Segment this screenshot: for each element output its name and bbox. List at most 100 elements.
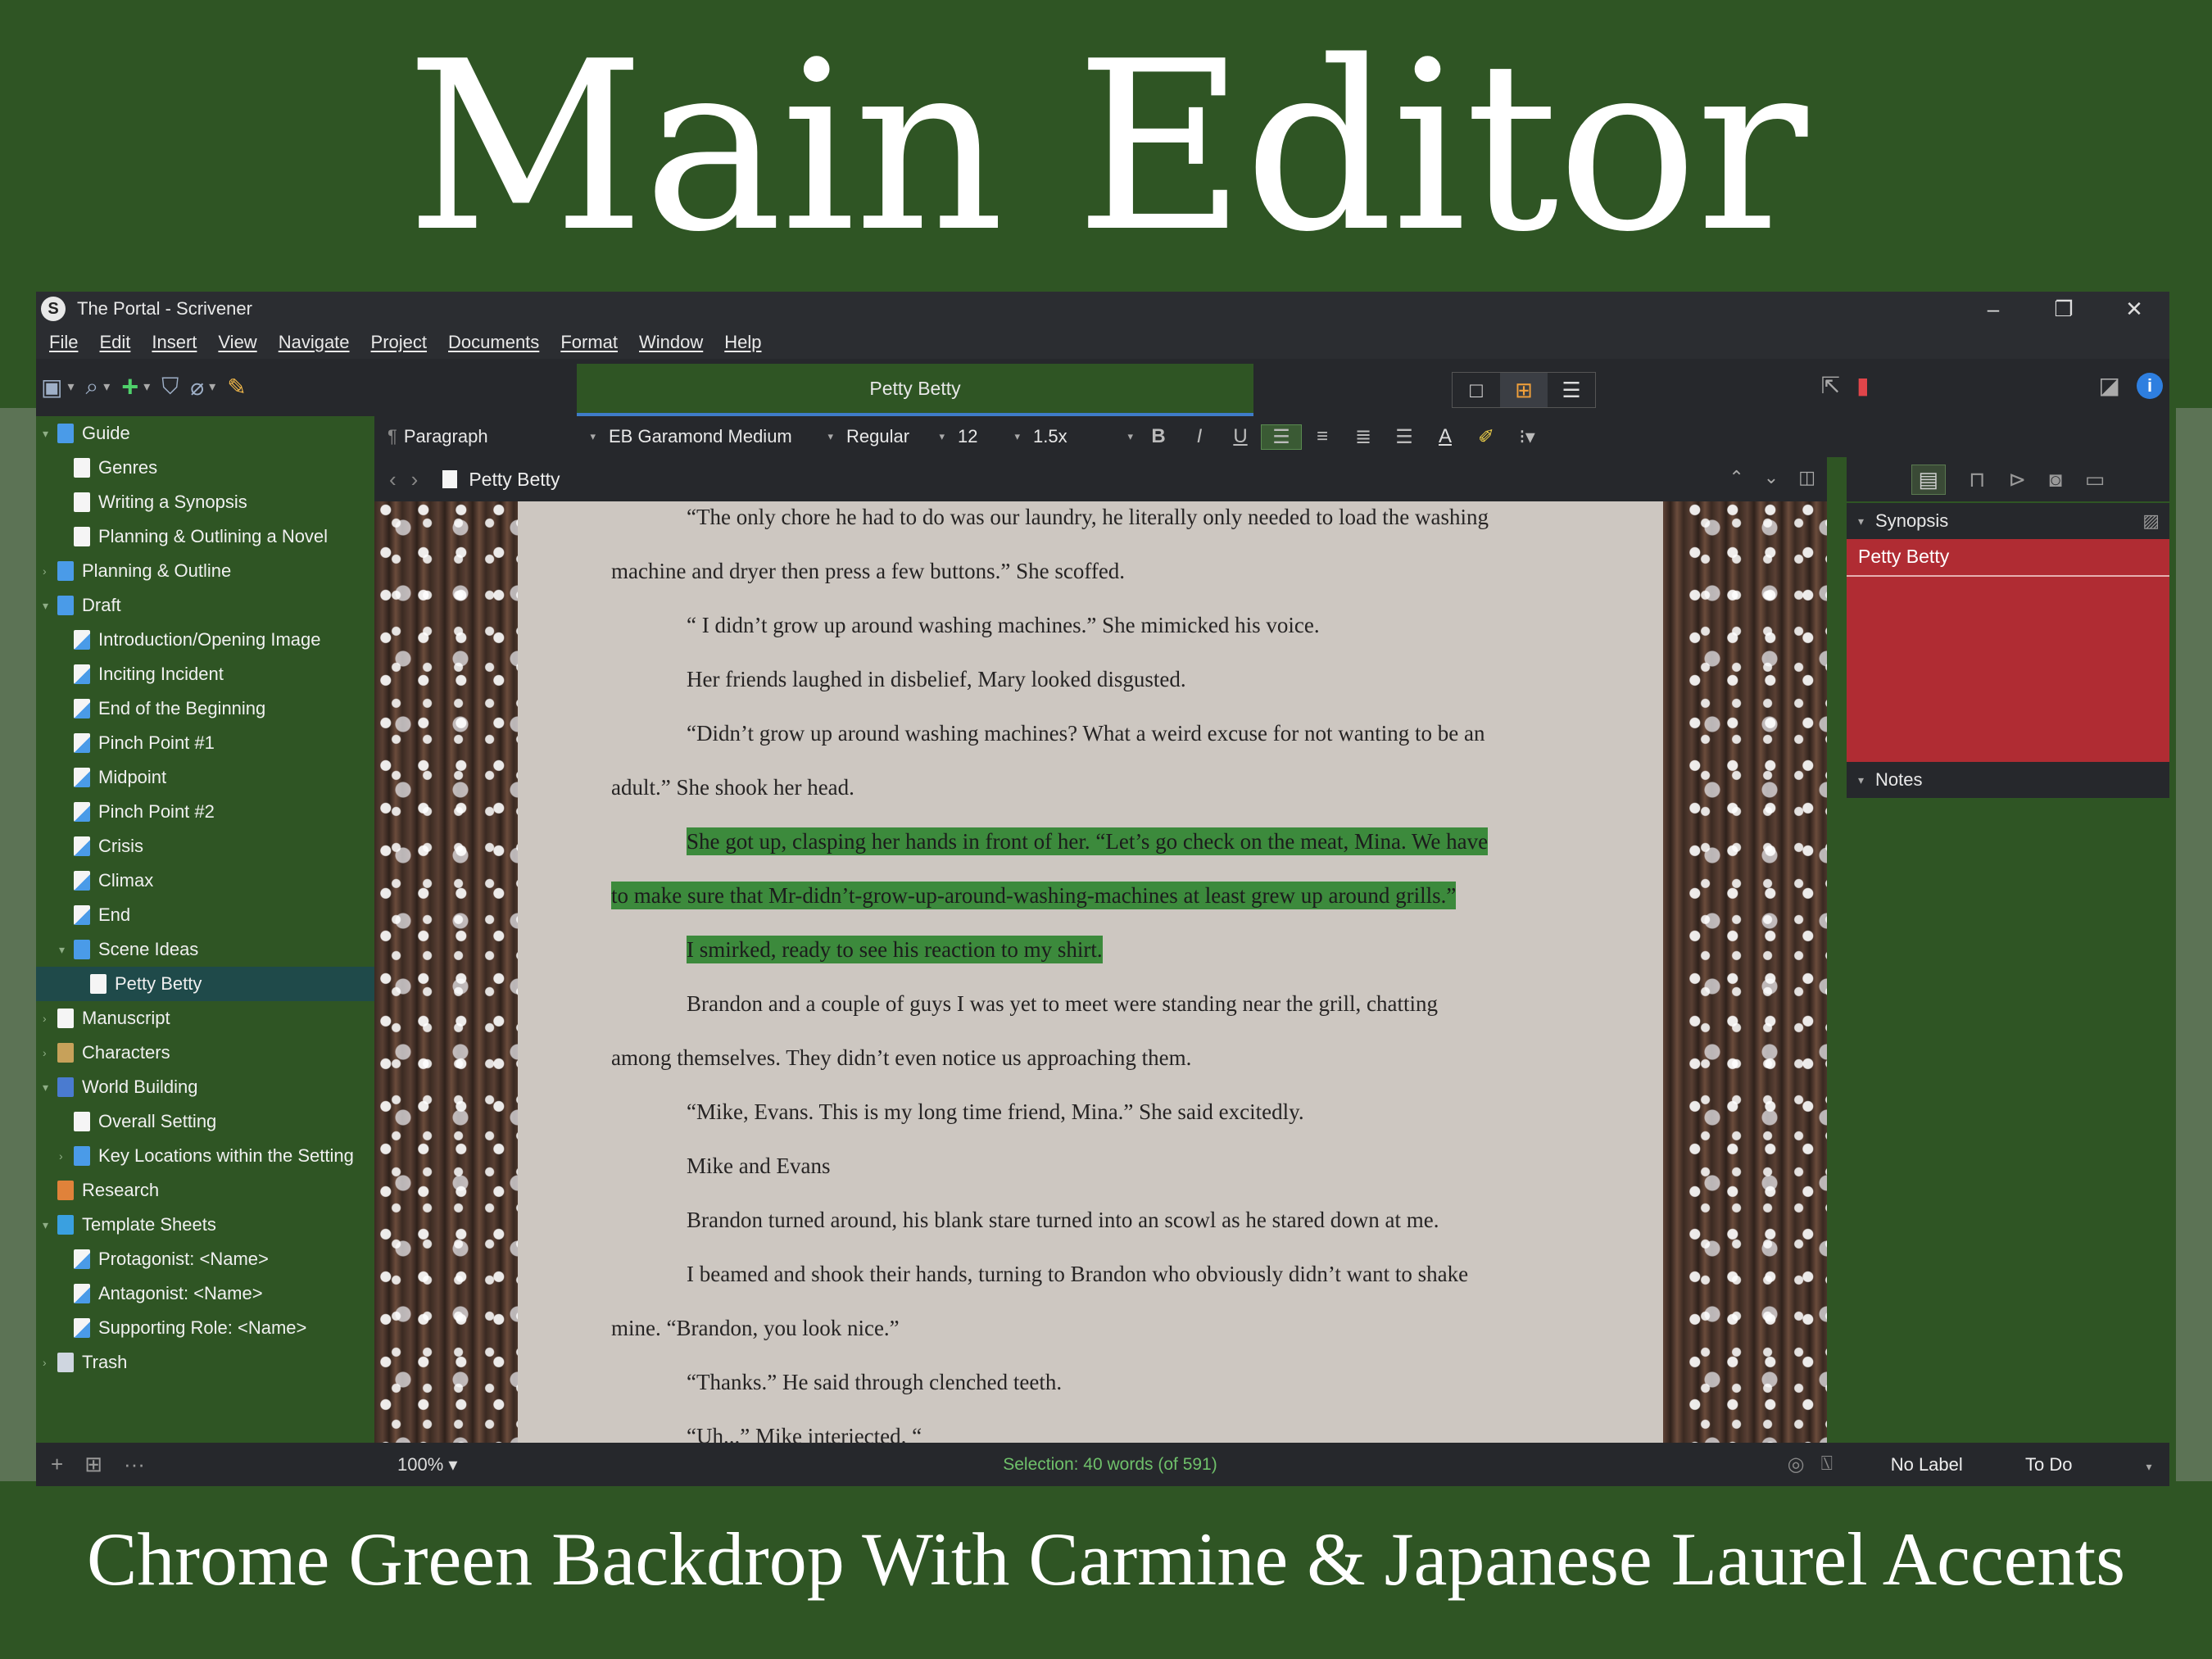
back-arrow-icon[interactable]: ‹ bbox=[389, 467, 397, 492]
binder-item[interactable]: › Characters bbox=[36, 1036, 374, 1070]
document-title-tab[interactable]: Petty Betty bbox=[577, 364, 1253, 416]
font-size-select[interactable]: 12 ▾ bbox=[950, 421, 1025, 452]
text-color-icon[interactable]: A bbox=[1425, 425, 1466, 448]
align-justify-icon[interactable]: ≣ bbox=[1343, 425, 1384, 449]
paragraph-style-select[interactable]: ¶ Paragraph ▾ bbox=[379, 421, 601, 452]
manuscript-line[interactable]: I smirked, ready to see his reaction to … bbox=[687, 936, 1103, 963]
binder-item[interactable]: ▾ Template Sheets bbox=[36, 1208, 374, 1242]
binder-item[interactable]: Climax bbox=[36, 863, 374, 898]
binder-item[interactable]: › Key Locations within the Setting bbox=[36, 1139, 374, 1173]
bookmark-icon[interactable]: ▮ bbox=[1856, 372, 1869, 399]
underline-button[interactable]: U bbox=[1220, 425, 1261, 448]
minimize-button[interactable]: – bbox=[1958, 292, 2028, 326]
manuscript-line[interactable]: Brandon and a couple of guys I was yet t… bbox=[687, 991, 1438, 1017]
editor-page[interactable]: “The only chore he had to do was our lau… bbox=[518, 501, 1663, 1443]
chevron-down-icon[interactable]: ▾ bbox=[43, 427, 48, 441]
manuscript-line[interactable]: machine and dryer then press a few butto… bbox=[611, 559, 1125, 584]
binder-item[interactable]: ▾ Guide bbox=[36, 416, 374, 451]
synopsis-title[interactable]: Petty Betty bbox=[1858, 546, 1949, 568]
chevron-right-icon[interactable]: › bbox=[43, 1046, 47, 1059]
binder-item[interactable]: End bbox=[36, 898, 374, 932]
menu-navigate[interactable]: Navigate bbox=[279, 332, 350, 353]
italic-button[interactable]: I bbox=[1179, 425, 1220, 448]
align-right-icon[interactable]: ☰ bbox=[1384, 425, 1425, 449]
add-folder-icon[interactable]: ⊞ bbox=[84, 1452, 102, 1477]
binder-item[interactable]: Writing a Synopsis bbox=[36, 485, 374, 519]
manuscript-line[interactable]: Mike and Evans bbox=[687, 1154, 830, 1179]
binder-item[interactable]: Petty Betty bbox=[36, 967, 374, 1001]
comment-icon[interactable]: ⍂ bbox=[1821, 1453, 1833, 1476]
manuscript-line[interactable]: “Uh...” Mike interjected. “ bbox=[687, 1424, 922, 1443]
binder-item[interactable]: Inciting Incident bbox=[36, 657, 374, 691]
corkboard-view-icon[interactable]: ⊞ bbox=[1500, 373, 1548, 407]
image-icon[interactable]: ▨ bbox=[2142, 510, 2160, 532]
info-icon[interactable]: i bbox=[2137, 372, 2163, 399]
menu-format[interactable]: Format bbox=[560, 332, 618, 353]
binder-item[interactable]: Introduction/Opening Image bbox=[36, 623, 374, 657]
list-icon[interactable]: ⁝▾ bbox=[1507, 425, 1548, 449]
menu-view[interactable]: View bbox=[218, 332, 256, 353]
binder-item[interactable]: Protagonist: <Name> bbox=[36, 1242, 374, 1276]
chevron-right-icon[interactable]: › bbox=[43, 564, 47, 578]
scrivenings-view-icon[interactable]: □ bbox=[1453, 373, 1500, 407]
manuscript-line[interactable]: mine. “Brandon, you look nice.” bbox=[611, 1316, 900, 1341]
binder-item[interactable]: Overall Setting bbox=[36, 1104, 374, 1139]
binder-item[interactable]: Genres bbox=[36, 451, 374, 485]
trash-icon[interactable]: ⛉ bbox=[161, 374, 179, 401]
menu-file[interactable]: File bbox=[49, 332, 78, 353]
chevron-right-icon[interactable]: › bbox=[59, 1149, 63, 1163]
synopsis-header[interactable]: ▾ Synopsis ▨ bbox=[1847, 503, 2169, 539]
align-center-icon[interactable]: ≡ bbox=[1302, 425, 1343, 448]
menu-edit[interactable]: Edit bbox=[99, 332, 130, 353]
chevron-down-icon[interactable]: ▾ bbox=[143, 378, 150, 395]
binder-item[interactable]: Crisis bbox=[36, 829, 374, 863]
binder-item[interactable]: ▾ Scene Ideas bbox=[36, 932, 374, 967]
manuscript-line[interactable]: “Mike, Evans. This is my long time frien… bbox=[687, 1099, 1304, 1125]
binder-item[interactable]: ▾ Draft bbox=[36, 588, 374, 623]
menu-help[interactable]: Help bbox=[724, 332, 761, 353]
binder-item[interactable]: Planning & Outlining a Novel bbox=[36, 519, 374, 554]
bookmarks-tab-icon[interactable]: ⊓ bbox=[1969, 467, 1985, 492]
menu-insert[interactable]: Insert bbox=[152, 332, 197, 353]
close-button[interactable]: ✕ bbox=[2099, 292, 2169, 326]
previous-document-icon[interactable]: ⌃ bbox=[1729, 467, 1743, 488]
binder-item[interactable]: ▾ World Building bbox=[36, 1070, 374, 1104]
compose-icon[interactable]: ✎ bbox=[227, 374, 246, 401]
line-spacing-select[interactable]: 1.5x ▾ bbox=[1025, 421, 1138, 452]
more-options-icon[interactable]: ··· bbox=[124, 1452, 145, 1477]
manuscript-line[interactable]: “ I didn’t grow up around washing machin… bbox=[687, 613, 1320, 638]
chevron-down-icon[interactable]: ▾ bbox=[67, 378, 74, 395]
chevron-down-icon[interactable]: ▾ bbox=[209, 378, 215, 395]
manuscript-line[interactable]: Her friends laughed in disbelief, Mary l… bbox=[687, 667, 1186, 692]
search-icon[interactable]: ⌕ bbox=[86, 374, 99, 401]
comments-tab-icon[interactable]: ▭ bbox=[2085, 467, 2105, 492]
binder-item[interactable]: › Trash bbox=[36, 1345, 374, 1380]
restore-button[interactable]: ❐ bbox=[2028, 292, 2099, 326]
manuscript-line[interactable]: “Didn’t grow up around washing machines?… bbox=[687, 721, 1484, 746]
binder-item[interactable]: › Planning & Outline bbox=[36, 554, 374, 588]
binder-item[interactable]: › Manuscript bbox=[36, 1001, 374, 1036]
chevron-down-icon[interactable]: ▾ bbox=[59, 943, 65, 957]
label-select[interactable]: No Label bbox=[1846, 1454, 2008, 1475]
binder-item[interactable]: Pinch Point #1 bbox=[36, 726, 374, 760]
notes-tab-icon[interactable]: ▤ bbox=[1911, 464, 1947, 495]
bold-button[interactable]: B bbox=[1138, 425, 1179, 448]
layout-icon[interactable]: ▣ bbox=[41, 374, 62, 401]
add-icon[interactable]: + bbox=[121, 369, 138, 404]
menu-project[interactable]: Project bbox=[371, 332, 427, 353]
synopsis-card[interactable]: Petty Betty bbox=[1847, 539, 2169, 762]
font-family-select[interactable]: EB Garamond Medium ▾ bbox=[601, 421, 838, 452]
binder-item[interactable]: Antagonist: <Name> bbox=[36, 1276, 374, 1311]
status-select[interactable]: To Do ▾ bbox=[2008, 1454, 2170, 1475]
manuscript-line[interactable]: among themselves. They didn’t even notic… bbox=[611, 1045, 1191, 1071]
chevron-right-icon[interactable]: › bbox=[43, 1012, 47, 1025]
chevron-down-icon[interactable]: ▾ bbox=[43, 1081, 48, 1095]
forward-arrow-icon[interactable]: › bbox=[411, 467, 419, 492]
manuscript-line[interactable]: Brandon turned around, his blank stare t… bbox=[687, 1208, 1439, 1233]
manuscript-line[interactable]: adult.” She shook her head. bbox=[611, 775, 854, 800]
snapshots-tab-icon[interactable]: ◙ bbox=[2049, 467, 2062, 492]
add-item-icon[interactable]: + bbox=[51, 1452, 63, 1477]
font-weight-select[interactable]: Regular ▾ bbox=[838, 421, 950, 452]
highlight-icon[interactable]: ✐ bbox=[1466, 425, 1507, 449]
manuscript-line[interactable]: She got up, clasping her hands in front … bbox=[687, 827, 1489, 855]
